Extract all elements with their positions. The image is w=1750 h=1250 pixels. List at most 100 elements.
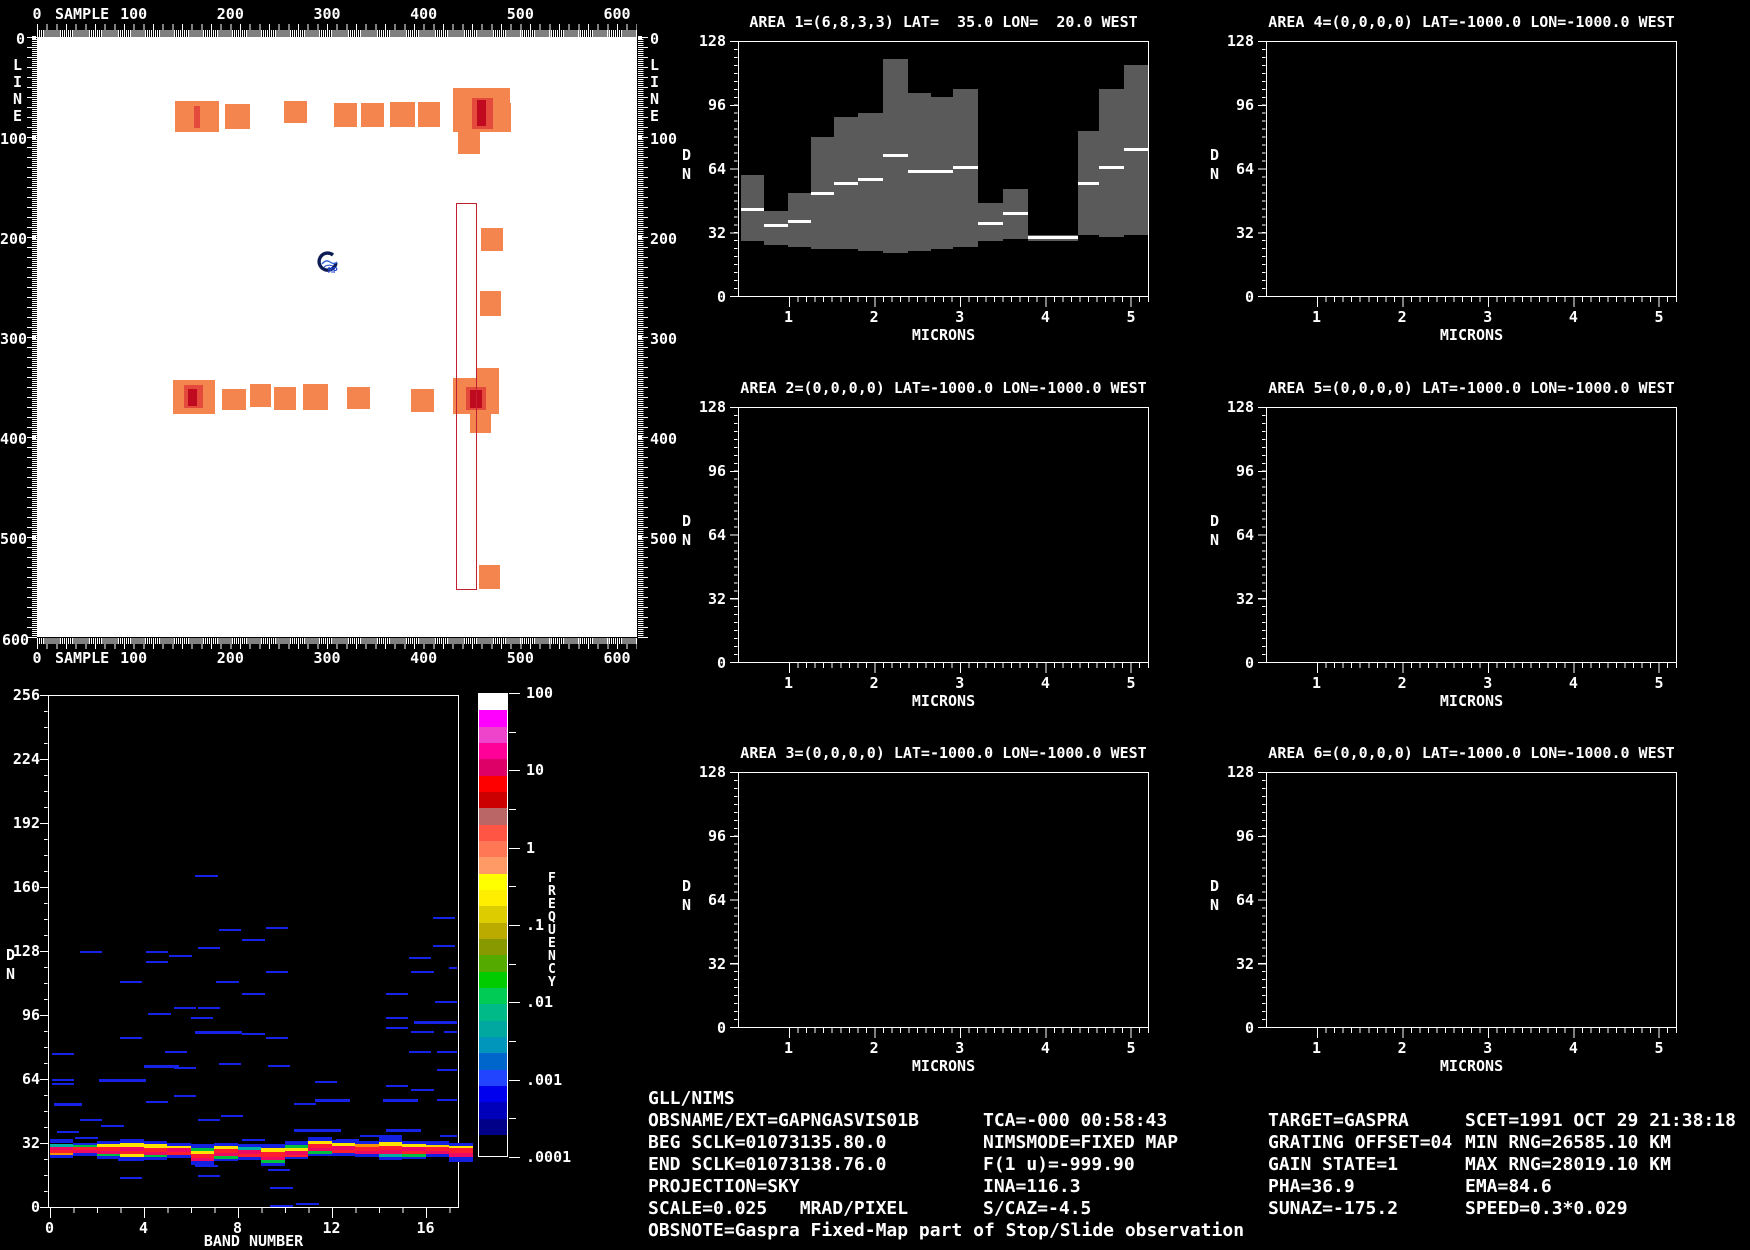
histogram-dash (54, 1103, 83, 1106)
axis-tick-label: 0 (30, 1198, 40, 1216)
metadata-line: S/CAZ=-4.5 (983, 1198, 1092, 1219)
axis-label-dn: D N (1210, 877, 1220, 914)
histogram-dash (197, 1007, 220, 1009)
colorbar-minor-tick (509, 1040, 516, 1042)
colorbar-segment (479, 857, 507, 875)
spectrum-mean-line (857, 178, 883, 181)
axis-tick-label: 5 (1654, 1039, 1664, 1057)
histogram-dash (195, 1031, 243, 1034)
colorbar-segment (479, 694, 507, 711)
axis-tick-label: 32 (1235, 224, 1254, 242)
map-sample-tick-label: 400 (410, 649, 438, 667)
axis-tick-label: 64 (707, 160, 726, 178)
spectrum-x-ticks (738, 297, 1149, 307)
axis-label-microns: MICRONS (911, 1057, 976, 1075)
map-ylabel-left: N (13, 90, 23, 108)
colorbar-tick-label: .0001 (526, 1147, 572, 1166)
axis-label-microns: MICRONS (1439, 692, 1504, 710)
axis-tick-label: 5 (1654, 308, 1664, 326)
metadata-column-1: GLL/NIMS OBSNAME/EXT=GAPNGASVIS01B BEG S… (648, 1088, 1244, 1242)
axis-tick-label: 4 (1040, 308, 1050, 326)
colorbar-segment (479, 1069, 507, 1087)
colorbar-tick (509, 924, 520, 926)
map-ruler-bottom (37, 638, 637, 649)
map-blob (495, 103, 511, 132)
axis-tick-label: 224 (12, 750, 40, 768)
colorbar-segment (479, 759, 507, 777)
map-blob (347, 387, 371, 409)
histogram-dash (242, 1033, 265, 1035)
map-tick-dot (638, 236, 642, 240)
map-sample-tick-label: 300 (313, 5, 341, 23)
metadata-column-3: TARGET=GASPRA GRATING OFFSET=04 GAIN STA… (1268, 1110, 1452, 1220)
histogram-dash (315, 1099, 351, 1102)
map-sample-tick-label: 0 (32, 649, 42, 667)
map-blob (411, 389, 435, 412)
spectrum-mean-line (1099, 166, 1125, 169)
map-blob (249, 384, 271, 407)
colorbar-segment (479, 873, 507, 891)
axis-tick-label: 1 (784, 308, 794, 326)
histogram-dash (242, 1139, 265, 1141)
axis-tick-label: 96 (707, 96, 726, 114)
spectrum-range-bar (930, 97, 953, 249)
spectrum-panel-area3: AREA 3=(0,0,0,0) LAT=-1000.0 LON=-1000.0… (738, 744, 1149, 1028)
axis-tick-label: 64 (1235, 526, 1254, 544)
colorbar-segment (479, 808, 507, 826)
map-tick-dot (638, 36, 642, 40)
map-line-tick-label: 400 (0, 430, 28, 448)
histogram-dash (164, 1051, 187, 1053)
histogram-dash (242, 993, 265, 995)
spectrum-x-ticks (738, 1028, 1149, 1038)
histogram-hot-cell (261, 1163, 285, 1166)
map-ylabel-right: E (650, 107, 660, 125)
axis-tick-label: 64 (21, 1070, 40, 1088)
map-blob (479, 291, 501, 316)
spectrum-x-ticks (1266, 663, 1677, 673)
colorbar-minor-tick (509, 731, 516, 733)
metadata-line: INA=116.3 (983, 1176, 1081, 1197)
histogram-hot-cell (96, 1156, 120, 1159)
metadata-line: END SCLK=01073138.76.0 (648, 1154, 887, 1175)
axis-tick-label: 96 (707, 462, 726, 480)
map-line-600-label: 600 (2, 631, 30, 649)
colorbar-tick-label: .1 (526, 915, 545, 934)
histogram-hot-cell (73, 1153, 97, 1156)
histogram-dash (385, 1027, 408, 1029)
colorbar-tick-label: 100 (526, 684, 554, 702)
map-sample-tick-label: 0 (32, 5, 42, 23)
colorbar-tick (509, 1002, 520, 1004)
histogram-hot-cell (308, 1154, 332, 1156)
map-xlabel-top: SAMPLE (55, 5, 110, 23)
histogram-hot-cell (355, 1154, 379, 1157)
histogram-dash (195, 875, 218, 877)
colorbar-tick-label: 10 (526, 761, 545, 780)
metadata-line: SCALE=0.025 MRAD/PIXEL (648, 1198, 909, 1219)
spectrum-mean-line (882, 154, 908, 157)
spectrum-mean-line (763, 224, 788, 227)
colorbar-tick (509, 1079, 520, 1081)
nims-display-screen: MP AREA 1=(6,8,3,3) LAT= 35.0 LON= 20.0 … (0, 0, 1750, 1250)
colorbar-segment (479, 939, 507, 956)
axis-tick-label: 32 (1235, 955, 1254, 973)
map-tick-dot (32, 336, 36, 340)
axis-label-dn: D N (1210, 512, 1220, 549)
axis-tick-label: 32 (1235, 590, 1254, 608)
map-sample-tick-label: 200 (216, 649, 244, 667)
colorbar-segment (479, 890, 507, 907)
axis-tick-label: 4 (1040, 1039, 1050, 1057)
axis-label-band-number: BAND NUMBER (203, 1232, 304, 1250)
histogram-dash (190, 1017, 213, 1019)
metadata-line: MIN RNG=26585.10 KM (1465, 1132, 1671, 1153)
map-blob (457, 132, 480, 154)
histogram-dash (270, 1205, 293, 1207)
histogram-hot-cell (425, 1154, 449, 1157)
histogram-x-ticks (48, 1208, 459, 1218)
map-blob (273, 387, 297, 410)
axis-tick-label: 2 (1397, 308, 1407, 326)
metadata-line: TCA=-000 00:58:43 (983, 1110, 1168, 1131)
axis-tick-label: 2 (1397, 1039, 1407, 1057)
axis-label-dn: D N (682, 146, 692, 183)
axis-tick-label: 4 (1568, 674, 1578, 692)
colorbar-segment (479, 710, 507, 728)
